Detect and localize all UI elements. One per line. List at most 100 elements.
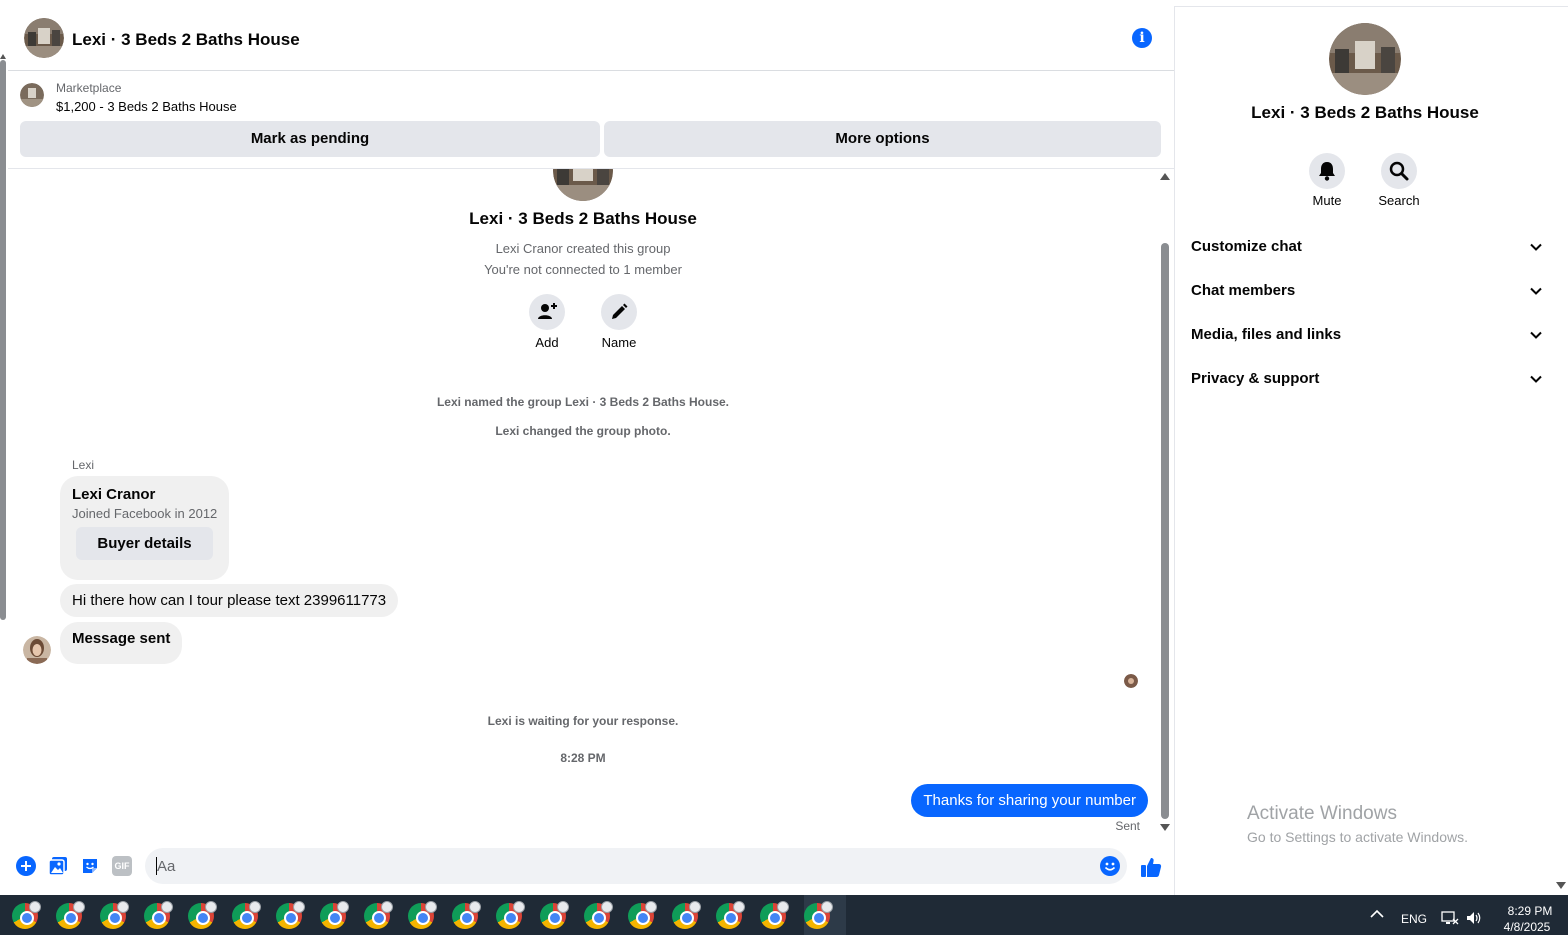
- taskbar: ENG 8:29 PM 4/8/2025: [0, 895, 1568, 935]
- sticker-icon[interactable]: [80, 856, 100, 876]
- chevron-down-icon: [1530, 287, 1542, 295]
- messenger-window: Lexi · 3 Beds 2 Baths House i Marketplac…: [0, 0, 1568, 935]
- section-media-files-links[interactable]: Media, files and links: [1191, 314, 1543, 358]
- buyer-joined-text: Joined Facebook in 2012: [72, 506, 218, 521]
- language-indicator[interactable]: ENG: [1401, 912, 1427, 926]
- add-label: Add: [535, 335, 559, 350]
- mark-as-pending-button[interactable]: Mark as pending: [20, 121, 600, 157]
- sender-name: Lexi: [72, 458, 95, 472]
- profile-badge-icon: [513, 901, 525, 913]
- message-status: Sent: [1115, 819, 1140, 833]
- search-button[interactable]: [1381, 153, 1417, 189]
- gif-icon[interactable]: GIF: [112, 856, 132, 876]
- chat-header: Lexi · 3 Beds 2 Baths House i: [8, 6, 1174, 71]
- sender-avatar[interactable]: [23, 636, 51, 664]
- scroll-up-arrow[interactable]: [1160, 173, 1170, 180]
- panel-group-title: Lexi · 3 Beds 2 Baths House: [1251, 103, 1479, 122]
- mute-label: Mute: [1312, 193, 1342, 208]
- chat-title[interactable]: Lexi · 3 Beds 2 Baths House: [72, 30, 300, 50]
- profile-badge-icon: [645, 901, 657, 913]
- message-timestamp: 8:28 PM: [560, 751, 606, 765]
- outgoing-message[interactable]: Thanks for sharing your number: [911, 784, 1148, 817]
- info-icon[interactable]: i: [1132, 28, 1152, 48]
- message-composer: GIF: [8, 845, 1174, 895]
- group-avatar-large[interactable]: [553, 169, 613, 201]
- emoji-icon[interactable]: [1100, 856, 1120, 876]
- incoming-message[interactable]: Message sent: [60, 622, 183, 664]
- message-input[interactable]: [145, 848, 1127, 884]
- search-label: Search: [1378, 193, 1420, 208]
- pencil-icon: [612, 303, 628, 319]
- thumbs-up-icon[interactable]: [1140, 856, 1162, 878]
- clock-time[interactable]: 8:29 PM: [1500, 904, 1560, 918]
- name-label: Name: [601, 335, 637, 350]
- profile-badge-icon: [557, 901, 569, 913]
- network-icon[interactable]: [1441, 910, 1459, 926]
- profile-badge-icon: [29, 901, 41, 913]
- section-privacy-support[interactable]: Privacy & support: [1191, 358, 1543, 402]
- section-customize-chat[interactable]: Customize chat: [1191, 226, 1543, 270]
- profile-badge-icon: [161, 901, 173, 913]
- clock-date[interactable]: 4/8/2025: [1494, 920, 1560, 934]
- profile-badge-icon: [117, 901, 129, 913]
- profile-badge-icon: [689, 901, 701, 913]
- activate-windows-watermark: Activate Windows Go to Settings to activ…: [1247, 803, 1468, 845]
- created-group-text: Lexi Cranor created this group: [495, 241, 671, 256]
- volume-icon[interactable]: [1466, 910, 1484, 926]
- plus-icon[interactable]: [16, 856, 36, 876]
- group-photo-event: Lexi changed the group photo.: [495, 424, 671, 438]
- listing-thumbnail[interactable]: [20, 83, 44, 107]
- listing-title[interactable]: $1,200 - 3 Beds 2 Baths House: [56, 99, 237, 114]
- mute-button[interactable]: [1309, 153, 1345, 189]
- connection-text: You're not connected to 1 member: [484, 262, 682, 277]
- profile-badge-icon: [733, 901, 745, 913]
- incoming-message[interactable]: Hi there how can I tour please text 2399…: [60, 584, 399, 617]
- chevron-down-icon: [1530, 331, 1542, 339]
- profile-badge-icon: [601, 901, 613, 913]
- profile-badge-icon: [381, 901, 393, 913]
- outer-scroll-up-arrow[interactable]: [0, 54, 6, 59]
- profile-badge-icon: [777, 901, 789, 913]
- profile-badge-icon: [293, 901, 305, 913]
- buyer-name: Lexi Cranor: [72, 486, 156, 503]
- group-named-event: Lexi named the group Lexi · 3 Beds 2 Bat…: [436, 395, 730, 409]
- chevron-down-icon: [1530, 243, 1542, 251]
- chevron-up-icon[interactable]: [1370, 909, 1384, 919]
- thread-scrollbar[interactable]: [1160, 169, 1170, 845]
- section-label: Privacy & support: [1191, 370, 1320, 387]
- watermark-title: Activate Windows: [1247, 803, 1397, 824]
- bell-icon: [1319, 162, 1335, 181]
- section-label: Media, files and links: [1191, 326, 1342, 343]
- scroll-down-arrow[interactable]: [1160, 824, 1170, 831]
- section-label: Customize chat: [1191, 238, 1302, 255]
- profile-badge-icon: [73, 901, 85, 913]
- text-caret: [156, 857, 157, 875]
- profile-badge-icon: [205, 901, 217, 913]
- chevron-down-icon: [1530, 375, 1542, 383]
- panel-scroll-down-arrow[interactable]: [1556, 882, 1566, 889]
- message-thread: Lexi · 3 Beds 2 Baths House Lexi Cranor …: [8, 169, 1174, 845]
- add-member-button[interactable]: [529, 294, 565, 330]
- buyer-details-button[interactable]: Buyer details: [76, 527, 213, 560]
- photo-icon[interactable]: [48, 856, 68, 876]
- conversation-details-panel: Lexi · 3 Beds 2 Baths House Mute Search …: [1174, 6, 1568, 895]
- section-chat-members[interactable]: Chat members: [1191, 270, 1543, 314]
- outer-scrollbar[interactable]: [0, 60, 6, 620]
- profile-badge-icon: [821, 901, 833, 913]
- panel-group-avatar[interactable]: [1329, 23, 1401, 95]
- seen-indicator-avatar: [1124, 674, 1138, 688]
- watermark-subtitle: Go to Settings to activate Windows.: [1247, 829, 1468, 845]
- rename-group-button[interactable]: [601, 294, 637, 330]
- profile-badge-icon: [337, 901, 349, 913]
- group-avatar-small[interactable]: [24, 18, 64, 58]
- scroll-thumb[interactable]: [1161, 243, 1169, 819]
- profile-badge-icon: [425, 901, 437, 913]
- marketplace-bar: Marketplace $1,200 - 3 Beds 2 Baths Hous…: [8, 71, 1174, 169]
- waiting-response-text: Lexi is waiting for your response.: [487, 714, 679, 728]
- search-icon: [1389, 161, 1409, 181]
- profile-badge-icon: [469, 901, 481, 913]
- add-person-icon: [538, 303, 557, 319]
- profile-badge-icon: [249, 901, 261, 913]
- more-options-button[interactable]: More options: [604, 121, 1161, 157]
- section-label: Chat members: [1191, 282, 1296, 299]
